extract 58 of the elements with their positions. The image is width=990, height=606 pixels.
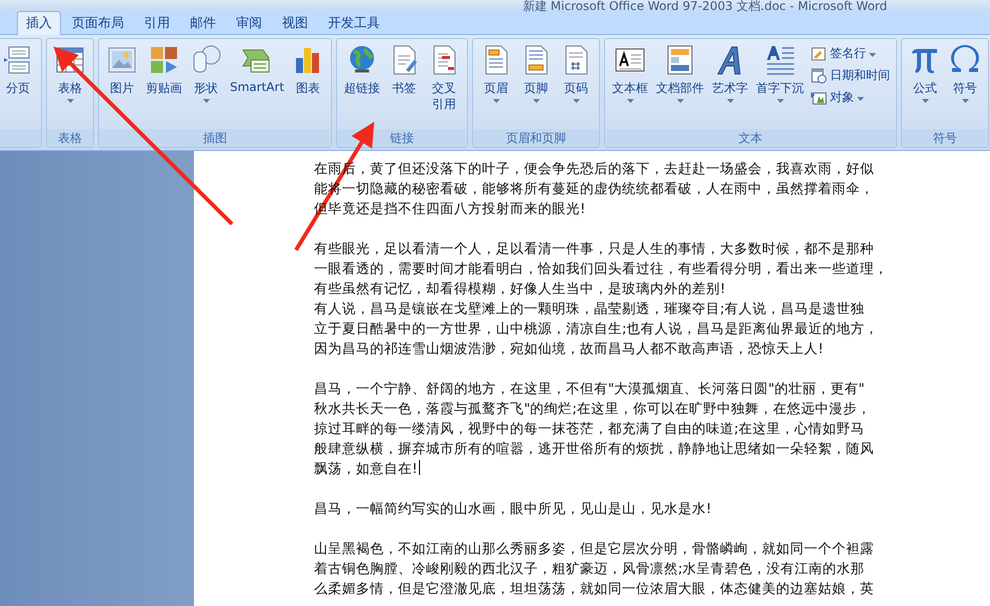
group-label: 表格 (47, 129, 93, 147)
ribbon-button[interactable]: 首字下沉 (753, 42, 808, 129)
group-label: 符号 (902, 129, 988, 147)
ribbon-tab[interactable]: 插入 (17, 11, 61, 35)
paragraph: 昌马，一幅简约写实的山水画，眼中所见，见山是山，见水是水! (314, 500, 712, 519)
calendar-icon (811, 68, 828, 84)
ribbon-button[interactable]: 图片 (103, 42, 141, 129)
caret-icon (572, 99, 580, 103)
ribbon-button[interactable]: SmartArt (227, 42, 288, 129)
ribbon-tab[interactable]: 视图 (273, 11, 317, 35)
caret-icon (962, 99, 969, 103)
ribbon-button[interactable]: 形状 (187, 42, 225, 129)
ribbon-button[interactable]: 艺术字 (709, 42, 752, 129)
ribbon-tab[interactable]: 页面布局 (63, 11, 133, 35)
ribbon-tab[interactable]: 开发工具 (319, 11, 389, 35)
caret-icon (202, 99, 210, 103)
caret-icon (869, 52, 876, 56)
caret-icon (857, 96, 864, 100)
drop-cap-icon (764, 44, 796, 76)
group-label: 页眉和页脚 (473, 129, 600, 147)
paragraph: 昌马，一个宁静、舒阔的地方，在这里，不但有"大漠孤烟直、长河落日圆"的壮丽，更有" 秋水共长天一色，落霞与孤鹜齐飞"的绚烂;在这里，你可以在旷野中独舞，在悠远中漫步， 掠过耳畔的每一缕清风，视野中的每一抹苍茫，都充满了自由的味道;在这里，心情如野马 般肆意纵横，摒弃城市所有的喧嚣，逃开世俗所有的烦扰，静静地让思绪如一朵轻絮，随风 飘荡，如意自在! (314, 380, 875, 479)
paragraph: 有些眼光，足以看清一个人，足以看清一件事，只是人生的事情，大多数时候，都不是那种 一眼看透的，需要时间才能看明白，恰如我们回头看过往，有些看得分明，看出来一些道理， 有些虽然有记忆，却看得模糊，好像人生当中，是玻璃内外的差别! (314, 240, 889, 299)
clipart-icon (148, 44, 180, 76)
ribbon-button[interactable]: 对象 (809, 88, 892, 107)
ribbon-button[interactable]: 交叉引用 (425, 42, 464, 129)
caret-icon (66, 99, 74, 103)
ribbon-tab[interactable]: 邮件 (181, 11, 225, 35)
caret-icon (532, 99, 540, 103)
paragraph: 有人说，昌马是镶嵌在戈壁滩上的一颗明珠，晶莹剔透，璀璨夺目;有人说，昌马是遗世独 立于夏日酷暑中的一方世界，山中桃源，清凉自生;也有人说，昌马是距离仙界最近的地方， 因为昌马的祁连雪山烟波浩渺，宛如仙境，故而昌马人都不敢高声语，恐惊天上人! (314, 300, 880, 359)
ribbon-button[interactable]: 页脚 (517, 42, 556, 129)
group-label: 插图 (99, 129, 332, 147)
ribbon-button[interactable]: 分页 (0, 42, 37, 129)
ribbon-button[interactable]: 文档部件 (653, 42, 708, 129)
caret-icon (626, 99, 634, 103)
group-label: 文本 (605, 129, 896, 147)
caret-icon (676, 99, 684, 103)
ribbon-button[interactable]: 签名行 (809, 44, 892, 63)
object-icon (811, 90, 828, 106)
caret-icon (492, 99, 500, 103)
ribbon-button[interactable]: 图表 (289, 42, 328, 129)
ribbon-button[interactable]: 日期和时间 (809, 66, 892, 85)
ribbon-button[interactable]: 页眉 (477, 42, 516, 129)
ribbon-button[interactable]: 页码 (557, 42, 596, 129)
window-title: 新建 Microsoft Office Word 97-2003 文档.doc - Microsoft Word (522, 0, 888, 12)
caret-icon (726, 99, 734, 103)
ribbon-button[interactable]: 文本框 (609, 42, 652, 129)
caret-icon (776, 99, 784, 103)
caret-icon (922, 99, 929, 103)
ribbon-button[interactable]: 公式 (906, 42, 944, 129)
signature-icon (811, 46, 828, 62)
paragraph: 山呈黑褐色，不如江南的山那么秀丽多姿，但是它层次分明，骨骼嶙峋，就如同一个个袒露 着古铜色胸膛、冷峻刚毅的西北汉子，粗犷豪迈，风骨凛然;水呈青碧色，没有江南的水那 么柔媚多情，但是它澄澈见底，坦坦荡荡，就如同一位浓眉大眼，体态健美的边塞姑娘，英 (314, 540, 875, 599)
ribbon-button[interactable]: 剪贴画 (143, 42, 185, 129)
ribbon-button[interactable]: 符号 (946, 42, 984, 129)
text-cursor (419, 460, 420, 475)
ribbon-button[interactable]: 书签 (385, 42, 424, 129)
ribbon-button[interactable]: 超链接 (341, 42, 384, 129)
ribbon-tab[interactable]: 引用 (135, 11, 179, 35)
ribbon-tab[interactable]: 审阅 (227, 11, 271, 35)
